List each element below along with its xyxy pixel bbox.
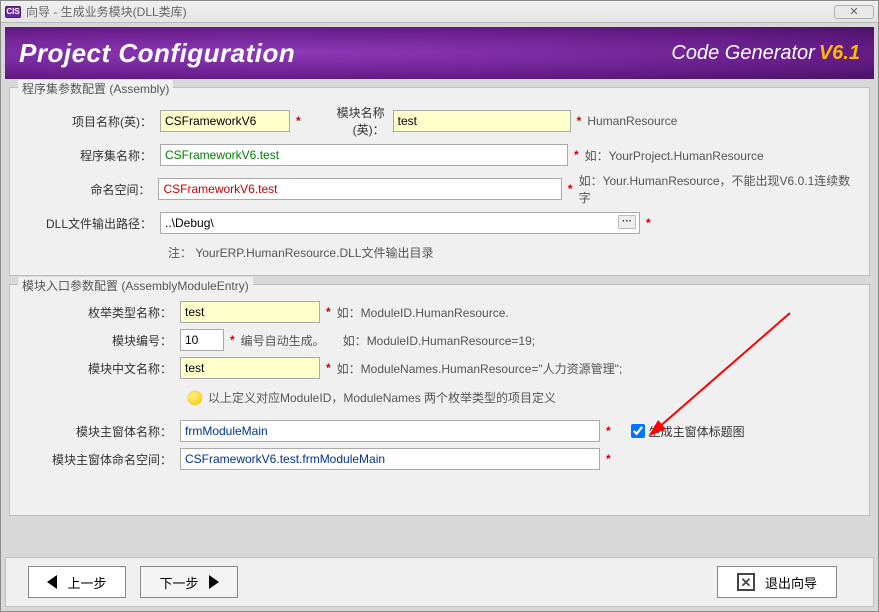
enum-input[interactable] [180, 301, 320, 323]
project-name-input[interactable] [160, 110, 290, 132]
next-button[interactable]: 下一步 [140, 566, 238, 598]
module-id-hint: 如：ModuleID.HumanResource=19; [343, 332, 535, 349]
chevron-right-icon [209, 575, 219, 589]
title-bar: CIS 向导 - 生成业务模块(DLL类库) ✕ [1, 1, 878, 23]
mainns-label: 模块主窗体命名空间： [20, 451, 180, 468]
exit-button[interactable]: ✕ 退出向导 [717, 566, 837, 598]
module-name-label: 模块名称(英)： [307, 104, 393, 138]
prev-label: 上一步 [67, 573, 106, 592]
enum-hint: 如：ModuleID.HumanResource. [337, 304, 509, 321]
assembly-group: 程序集参数配置 (Assembly) 项目名称(英)： * 模块名称(英)： *… [9, 87, 870, 276]
module-cn-label: 模块中文名称： [20, 360, 180, 377]
required-asterisk: * [224, 333, 241, 347]
bulb-icon [188, 391, 202, 405]
bulb-hint-row: 以上定义对应ModuleID，ModuleNames 两个枚举类型的项目定义 [188, 385, 859, 414]
module-id-input[interactable] [180, 329, 224, 351]
exit-label: 退出向导 [765, 573, 817, 592]
required-asterisk: * [290, 114, 307, 128]
chevron-left-icon [47, 575, 57, 589]
mainform-input[interactable] [180, 420, 600, 442]
required-asterisk: * [320, 361, 337, 375]
module-cn-hint: 如：ModuleNames.HumanResource="人力资源管理"; [337, 360, 623, 377]
dll-note-prefix: 注： [168, 246, 192, 260]
browse-button[interactable]: ··· [618, 215, 636, 229]
close-button[interactable]: ✕ [834, 5, 874, 19]
required-asterisk: * [562, 182, 579, 196]
namespace-label: 命名空间： [20, 181, 158, 198]
required-asterisk: * [320, 305, 337, 319]
gen-caption-checkbox[interactable]: 生成主窗体标题图 [631, 423, 745, 440]
app-icon: CIS [5, 6, 21, 18]
window-title: 向导 - 生成业务模块(DLL类库) [26, 3, 834, 20]
module-id-auto: 编号自动生成。 [241, 332, 325, 349]
mainns-input[interactable] [180, 448, 600, 470]
module-name-input[interactable] [393, 110, 571, 132]
required-asterisk: * [571, 114, 588, 128]
module-cn-input[interactable] [180, 357, 320, 379]
banner-title: Project Configuration [19, 38, 295, 69]
banner: Project Configuration Code Generator V6.… [5, 27, 874, 79]
dll-note: YourERP.HumanResource.DLL文件输出目录 [195, 246, 433, 260]
enum-label: 枚举类型名称： [20, 304, 180, 321]
project-name-label: 项目名称(英)： [20, 113, 160, 130]
required-asterisk: * [600, 452, 617, 466]
banner-version: V6.1 [819, 42, 860, 65]
dll-path-input[interactable] [160, 212, 640, 234]
banner-product: Code Generator [671, 42, 814, 65]
dll-note-row: 注： YourERP.HumanResource.DLL文件输出目录 [168, 240, 859, 265]
gen-caption-checkbox-input[interactable] [631, 424, 645, 438]
namespace-input[interactable] [158, 178, 561, 200]
assembly-name-label: 程序集名称： [20, 147, 160, 164]
required-asterisk: * [568, 148, 585, 162]
module-entry-legend: 模块入口参数配置 (AssemblyModuleEntry) [18, 277, 253, 294]
required-asterisk: * [640, 216, 657, 230]
module-name-hint: HumanResource [587, 114, 677, 128]
close-icon: ✕ [737, 573, 755, 591]
dll-path-label: DLL文件输出路径： [20, 215, 160, 232]
footer-bar: 上一步 下一步 ✕ 退出向导 [5, 557, 874, 607]
assembly-legend: 程序集参数配置 (Assembly) [18, 80, 173, 97]
bulb-text: 以上定义对应ModuleID，ModuleNames 两个枚举类型的项目定义 [208, 389, 556, 406]
assembly-name-hint: 如：YourProject.HumanResource [585, 147, 764, 164]
assembly-name-input[interactable] [160, 144, 568, 166]
gen-caption-label: 生成主窗体标题图 [649, 423, 745, 440]
required-asterisk: * [600, 424, 617, 438]
module-entry-group: 模块入口参数配置 (AssemblyModuleEntry) 枚举类型名称： *… [9, 284, 870, 516]
namespace-hint: 如：Your.HumanResource，不能出现V6.0.1连续数字 [579, 172, 859, 206]
prev-button[interactable]: 上一步 [28, 566, 126, 598]
next-label: 下一步 [159, 573, 198, 592]
module-id-label: 模块编号： [20, 332, 180, 349]
mainform-label: 模块主窗体名称： [20, 423, 180, 440]
